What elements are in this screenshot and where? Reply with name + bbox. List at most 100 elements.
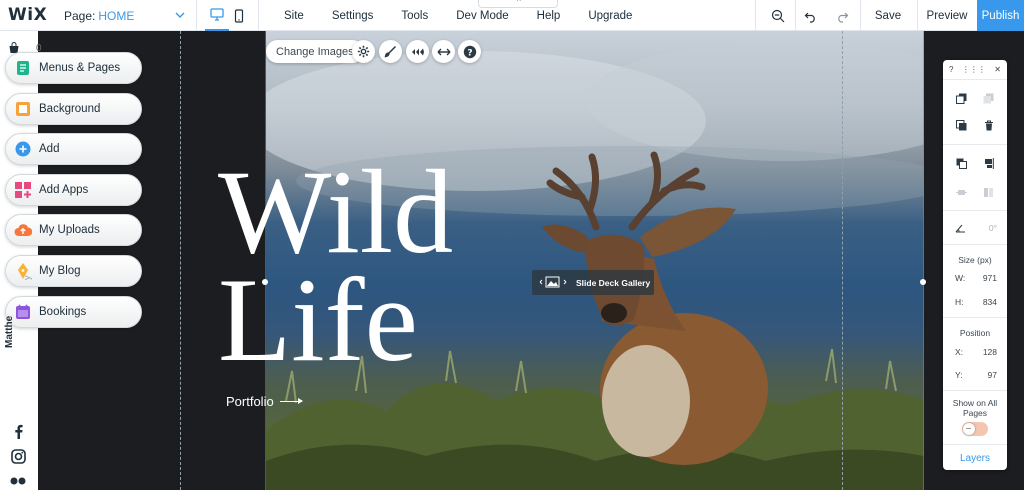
svg-text:?: ? bbox=[467, 48, 472, 58]
height-row[interactable]: H: 834 bbox=[943, 297, 1007, 307]
pill-label: Add bbox=[39, 143, 60, 155]
animation-button[interactable] bbox=[406, 40, 429, 63]
save-button[interactable]: Save bbox=[862, 0, 914, 31]
divider bbox=[943, 144, 1007, 145]
stretch-button[interactable] bbox=[432, 40, 455, 63]
divider bbox=[943, 244, 1007, 245]
page-label: Page: bbox=[64, 8, 96, 23]
arrow-right-icon bbox=[279, 398, 303, 404]
apps-icon bbox=[14, 181, 32, 199]
copy-icon[interactable] bbox=[955, 92, 968, 105]
align-right-icon[interactable] bbox=[982, 157, 995, 170]
divider bbox=[943, 317, 1007, 318]
add-button[interactable]: Add bbox=[5, 133, 142, 165]
zoom-button[interactable] bbox=[768, 6, 788, 26]
hero-title[interactable]: Wild Life bbox=[218, 152, 453, 380]
mobile-view-button[interactable] bbox=[227, 0, 251, 31]
help-icon: ? bbox=[463, 45, 476, 58]
facebook-icon[interactable] bbox=[9, 422, 27, 440]
arrange-row-4 bbox=[943, 186, 1007, 199]
mobile-icon bbox=[234, 8, 244, 23]
menu-dev-mode[interactable]: Dev Mode bbox=[442, 10, 522, 22]
pages-icon bbox=[14, 59, 32, 77]
match-size-icon[interactable] bbox=[982, 186, 995, 199]
background-button[interactable]: Background bbox=[5, 93, 142, 125]
flickr-icon[interactable] bbox=[9, 472, 27, 490]
my-uploads-button[interactable]: My Uploads bbox=[5, 214, 142, 246]
resize-handle-right[interactable] bbox=[920, 279, 926, 285]
pill-label: Menus & Pages bbox=[39, 62, 121, 74]
menus-pages-button[interactable]: Menus & Pages bbox=[5, 52, 142, 84]
add-apps-button[interactable]: Add Apps bbox=[5, 174, 142, 206]
pill-label: Bookings bbox=[39, 306, 87, 318]
y-position-row[interactable]: Y: 97 bbox=[943, 370, 1007, 380]
image-icon bbox=[538, 276, 568, 290]
arrange-forward-icon[interactable] bbox=[955, 157, 968, 170]
page-selector[interactable]: Page: HOME bbox=[64, 0, 194, 31]
x-label: X: bbox=[955, 347, 964, 357]
rotation-value: 0° bbox=[988, 223, 997, 233]
wix-logo[interactable]: WiX bbox=[0, 5, 48, 25]
site-owner-name-faded: y bbox=[22, 275, 32, 281]
main-menu: Site Settings Tools Dev Mode Help Upgrad… bbox=[270, 0, 646, 31]
menu-site[interactable]: Site bbox=[270, 10, 318, 22]
pill-label: My Blog bbox=[39, 265, 81, 277]
help-icon[interactable]: ? bbox=[949, 65, 953, 74]
divider bbox=[755, 0, 756, 31]
collapse-topbar-handle[interactable]: ⌃ bbox=[478, 0, 558, 8]
top-bar: WiX Page: HOME Site Settings Tools Dev M… bbox=[0, 0, 1024, 31]
arrange-row-2 bbox=[943, 119, 1007, 132]
menu-settings[interactable]: Settings bbox=[318, 10, 388, 22]
menu-tools[interactable]: Tools bbox=[387, 10, 442, 22]
desktop-view-button[interactable] bbox=[205, 0, 229, 31]
pill-label: Add Apps bbox=[39, 184, 89, 196]
drag-handle-icon[interactable]: ⋮⋮⋮ bbox=[962, 65, 986, 74]
gridline-left bbox=[180, 31, 181, 490]
divider bbox=[917, 0, 918, 31]
paste-icon[interactable] bbox=[982, 92, 995, 105]
show-on-all-pages-toggle[interactable] bbox=[962, 422, 988, 436]
height-value[interactable]: 834 bbox=[983, 297, 997, 307]
redo-button[interactable] bbox=[832, 6, 852, 26]
help-button[interactable]: ? bbox=[458, 40, 481, 63]
properties-panel: ? ⋮⋮⋮ ✕ 0° Size (px) W: 971 H: 834 Posit… bbox=[943, 60, 1007, 470]
publish-button[interactable]: Publish bbox=[977, 0, 1024, 31]
width-row[interactable]: W: 971 bbox=[943, 273, 1007, 283]
undo-button[interactable] bbox=[800, 6, 820, 26]
menu-help[interactable]: Help bbox=[523, 10, 575, 22]
divider bbox=[943, 444, 1007, 445]
layers-link[interactable]: Layers bbox=[943, 453, 1007, 464]
desktop-icon bbox=[210, 8, 224, 21]
menu-upgrade[interactable]: Upgrade bbox=[574, 10, 646, 22]
trash-icon[interactable] bbox=[982, 119, 995, 132]
settings-button[interactable] bbox=[352, 40, 375, 63]
pill-label: My Uploads bbox=[39, 224, 100, 236]
portfolio-link[interactable]: Portfolio bbox=[226, 394, 303, 409]
properties-panel-header[interactable]: ? ⋮⋮⋮ ✕ bbox=[943, 60, 1007, 80]
undo-icon bbox=[804, 12, 815, 23]
my-blog-button[interactable]: My Blog bbox=[5, 255, 142, 287]
distribute-icon[interactable] bbox=[955, 186, 968, 199]
instagram-icon[interactable] bbox=[9, 447, 27, 465]
redo-icon bbox=[837, 12, 848, 23]
preview-button[interactable]: Preview bbox=[920, 0, 974, 31]
x-position-row[interactable]: X: 128 bbox=[943, 347, 1007, 357]
close-icon[interactable]: ✕ bbox=[994, 65, 1001, 74]
change-images-button[interactable]: Change Images bbox=[266, 40, 364, 63]
divider bbox=[943, 210, 1007, 211]
stretch-arrows-icon bbox=[437, 48, 450, 55]
chevron-up-icon: ⌃ bbox=[515, 0, 523, 7]
y-value[interactable]: 97 bbox=[988, 370, 997, 380]
show-on-all-pages-label: Show on All Pages bbox=[952, 398, 998, 418]
bookings-button[interactable]: Bookings bbox=[5, 296, 142, 328]
design-button[interactable] bbox=[379, 40, 402, 63]
width-value[interactable]: 971 bbox=[983, 273, 997, 283]
gallery-label-badge[interactable]: Slide Deck Gallery bbox=[532, 270, 654, 295]
x-value[interactable]: 128 bbox=[983, 347, 997, 357]
rotation-row[interactable]: 0° bbox=[943, 223, 1007, 235]
duplicate-icon[interactable] bbox=[955, 119, 968, 132]
y-label: Y: bbox=[955, 370, 963, 380]
plus-icon bbox=[14, 140, 32, 158]
gear-icon bbox=[357, 45, 370, 58]
width-label: W: bbox=[955, 273, 966, 283]
